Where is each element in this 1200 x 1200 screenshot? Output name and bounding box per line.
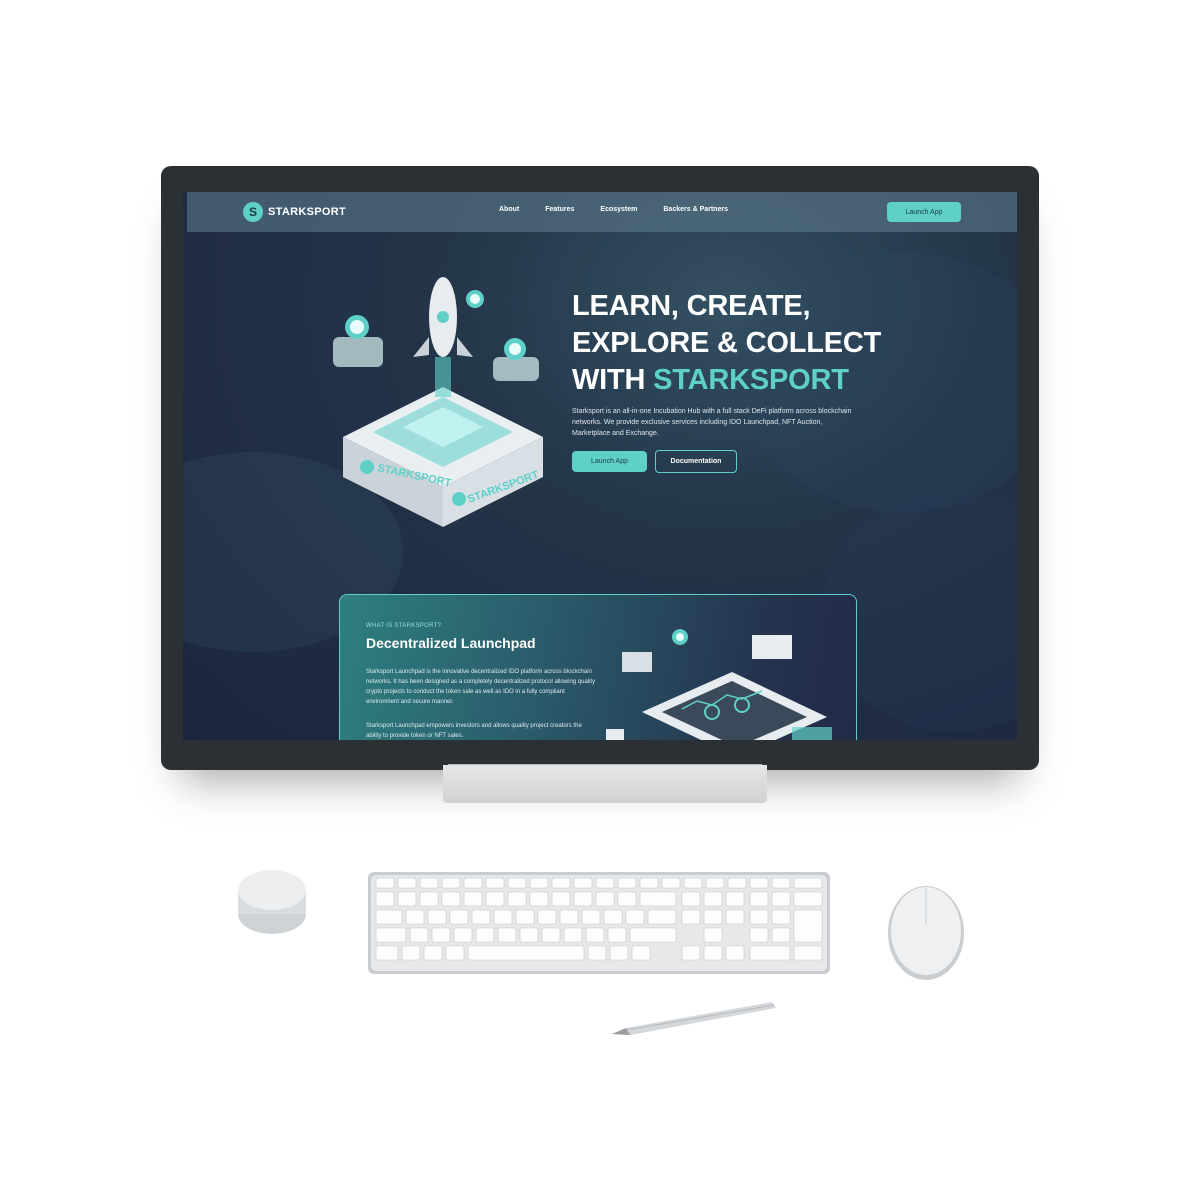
hero-heading-line2: EXPLORE & COLLECT	[572, 327, 882, 359]
launchpad-section-card: WHAT IS STARKSPORT? Decentralized Launch…	[339, 594, 857, 740]
hero-heading-accent: STARKSPORT	[653, 364, 849, 396]
section-eyebrow: WHAT IS STARKSPORT?	[366, 623, 442, 629]
launch-app-button[interactable]: Launch App	[572, 451, 647, 472]
brand-name: STARKSPORT	[268, 206, 346, 218]
navbar: S STARKSPORT About Features Ecosystem Ba…	[187, 192, 1017, 232]
desktop-scene: S STARKSPORT About Features Ecosystem Ba…	[0, 0, 1200, 1200]
keyboard	[368, 872, 830, 974]
section-paragraph-1: Starksport Launchpad is the innovative d…	[366, 669, 596, 705]
hero-heading: LEARN, CREATE, EXPLORE & COLLECT WITH ST…	[572, 288, 881, 399]
brand-logo[interactable]: S STARKSPORT	[243, 202, 346, 222]
launch-app-nav-button[interactable]: Launch App	[887, 202, 961, 222]
hero-heading-prefix: WITH	[572, 364, 654, 396]
hero-heading-line3: WITH STARKSPORT	[572, 362, 881, 399]
section-paragraph-2: Starksport Launchpad empowers investors …	[366, 723, 582, 739]
logo-icon: S	[243, 202, 263, 222]
monitor-stand	[443, 765, 767, 803]
dial-puck	[238, 870, 306, 934]
website: S STARKSPORT About Features Ecosystem Ba…	[183, 192, 1017, 740]
nav-link-features[interactable]: Features	[545, 206, 574, 213]
hero-illustration: STARKSPORT STARKSPORT	[333, 277, 543, 527]
nav-link-ecosystem[interactable]: Ecosystem	[600, 206, 637, 213]
launchpad-illustration	[606, 629, 832, 740]
hero-heading-line1: LEARN, CREATE,	[572, 290, 811, 322]
nav-links: About Features Ecosystem Backers & Partn…	[499, 206, 754, 213]
stylus-pen	[612, 1002, 776, 1035]
monitor-screen: S STARKSPORT About Features Ecosystem Ba…	[183, 192, 1017, 740]
nav-link-backers[interactable]: Backers & Partners	[663, 206, 728, 213]
documentation-button[interactable]: Documentation	[655, 450, 737, 473]
nav-link-about[interactable]: About	[499, 206, 519, 213]
section-title: Decentralized Launchpad	[366, 635, 536, 651]
hero-description: Starksport is an all-in-one Incubation H…	[572, 408, 852, 437]
mouse	[888, 886, 964, 980]
monitor: S STARKSPORT About Features Ecosystem Ba…	[161, 166, 1039, 770]
